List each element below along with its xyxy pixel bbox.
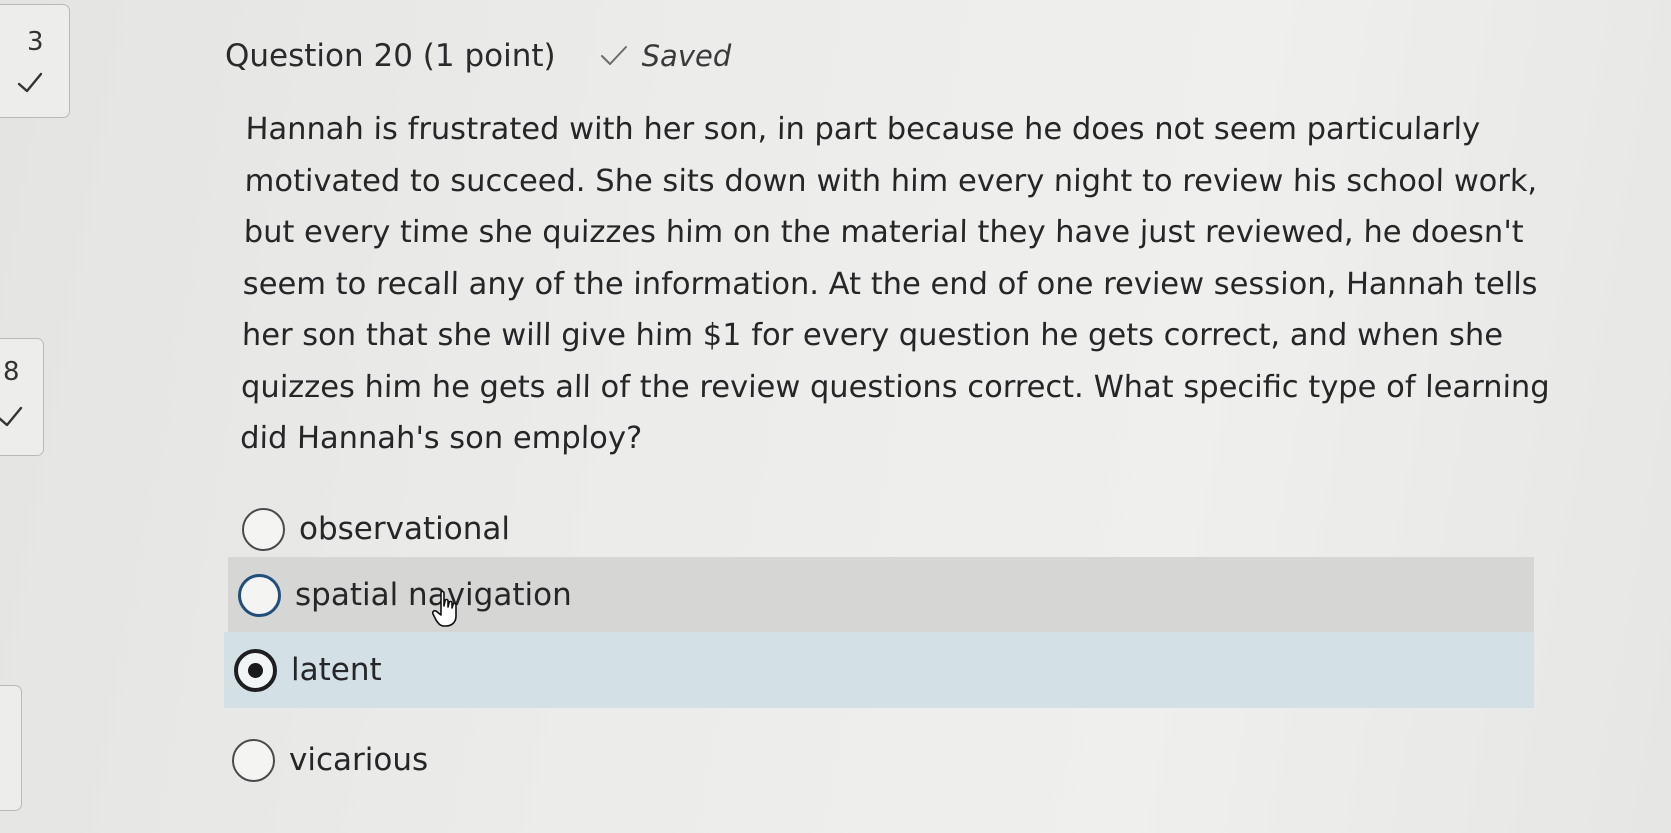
hand-pointer-icon	[432, 590, 457, 627]
answer-label[interactable]: observational	[299, 511, 510, 547]
question-title: Question 20 (1 point)	[225, 38, 556, 74]
answer-option-latent[interactable]: latent	[224, 632, 1534, 708]
radio-button[interactable]	[232, 738, 275, 782]
answer-option-spatial-navigation[interactable]: spatial navigation	[228, 557, 1534, 633]
question-nav-tile[interactable]	[0, 685, 22, 811]
answer-option-vicarious[interactable]: vicarious	[222, 722, 1522, 798]
radio-button[interactable]	[238, 573, 281, 617]
checkmark-icon	[0, 406, 23, 427]
question-header: Question 20 (1 point) Saved	[225, 38, 731, 74]
radio-button[interactable]	[242, 507, 285, 551]
question-nav-number: 3	[27, 27, 44, 57]
question-nav-tile-3[interactable]: 3	[0, 4, 70, 118]
question-nav-tile-8[interactable]: 8	[0, 338, 44, 456]
saved-check-icon	[600, 46, 627, 65]
question-nav-number: 8	[3, 357, 20, 387]
question-stem: Hannah is frustrated with her son, in pa…	[239, 112, 1550, 456]
checkmark-icon	[17, 72, 43, 93]
radio-button-selected[interactable]	[234, 648, 277, 692]
answer-label[interactable]: latent	[291, 652, 382, 688]
answer-option-observational[interactable]: observational	[232, 491, 1532, 567]
save-status: Saved	[641, 39, 732, 73]
answer-label[interactable]: vicarious	[289, 742, 428, 778]
